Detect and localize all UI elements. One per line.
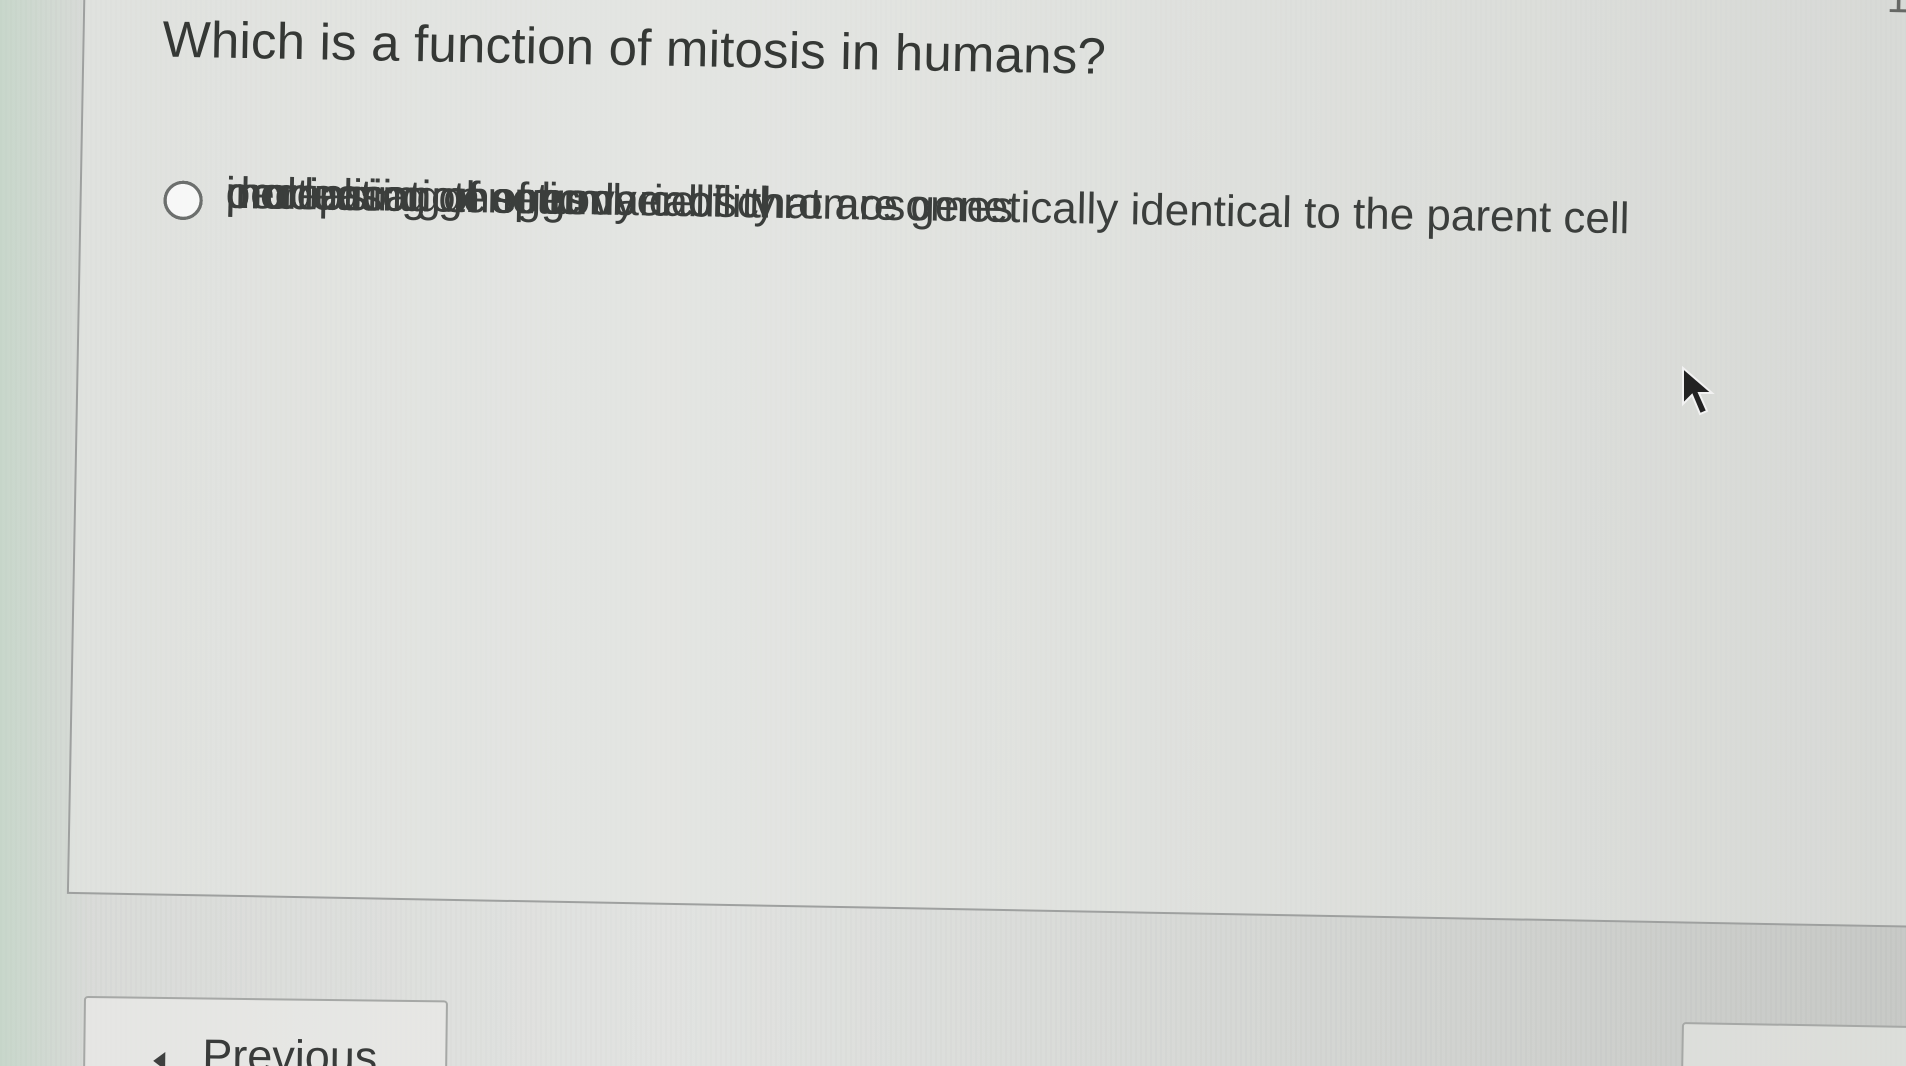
radio-button-icon[interactable] — [163, 180, 203, 221]
answer-list: multiplication of body cells that are ge… — [139, 131, 1859, 243]
question-points: 1 pts — [1886, 0, 1906, 24]
question-card: 1 pts Which is a function of mitosis in … — [66, 0, 1906, 929]
chevron-left-icon — [153, 1051, 166, 1066]
mouse-cursor-icon — [1682, 366, 1715, 416]
previous-button-label: Previous — [201, 1029, 378, 1066]
previous-button[interactable]: Previous — [82, 996, 448, 1066]
question-title: Which is a function of mitosis in humans… — [162, 10, 1107, 85]
quiz-screen: 1 pts Which is a function of mitosis in … — [0, 0, 1906, 1066]
answer-label[interactable]: production of eggs — [225, 169, 588, 226]
next-button[interactable] — [1680, 1022, 1906, 1066]
